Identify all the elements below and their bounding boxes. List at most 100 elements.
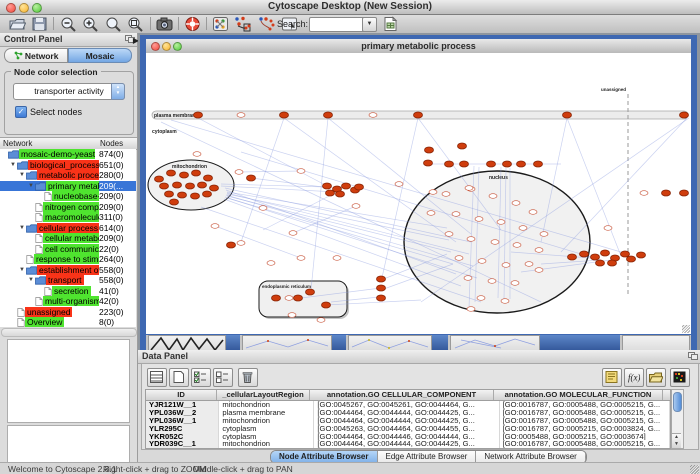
graph-node[interactable] [355, 184, 364, 190]
graph-node[interactable] [155, 176, 164, 182]
graph-node[interactable] [324, 112, 333, 118]
column-header[interactable]: _cellularLayoutRegion [217, 390, 310, 400]
graph-node[interactable] [424, 160, 433, 166]
disclosure-triangle-icon[interactable]: ▼ [9, 160, 17, 170]
graph-node[interactable] [475, 217, 483, 222]
graph-node[interactable] [285, 296, 293, 301]
graph-node[interactable] [333, 256, 341, 261]
search-dropdown-icon[interactable]: ▼ [362, 17, 377, 32]
tree-item-response-to-stimul[interactable]: response to stimul264(0) [0, 254, 136, 265]
graph-node[interactable] [519, 226, 527, 231]
graph-node[interactable] [540, 232, 548, 237]
graph-node[interactable] [445, 161, 454, 167]
graph-node[interactable] [525, 262, 533, 267]
background-windows-strip[interactable] [146, 335, 691, 350]
graph-node[interactable] [173, 182, 182, 188]
graph-node[interactable] [237, 241, 245, 246]
graph-node[interactable] [178, 192, 187, 198]
graph-node[interactable] [194, 112, 203, 118]
delete-attribute-icon[interactable] [238, 368, 258, 387]
graph-node[interactable] [191, 193, 200, 199]
graph-node[interactable] [442, 192, 450, 197]
table-row[interactable]: YPL036W__2plasma membrane[GO:0044464, GO… [146, 409, 670, 417]
notes-icon[interactable] [602, 368, 622, 387]
graph-node[interactable] [204, 175, 213, 181]
graph-node[interactable] [680, 112, 689, 118]
unselect-attributes-icon[interactable] [213, 368, 233, 387]
create-attribute-icon[interactable] [169, 368, 189, 387]
graph-node[interactable] [535, 268, 543, 273]
graph-node[interactable] [237, 113, 245, 118]
graph-node[interactable] [352, 204, 360, 209]
graph-node[interactable] [227, 242, 236, 248]
zoom-fit-icon[interactable] [127, 16, 144, 32]
graph-node[interactable] [326, 190, 335, 196]
graph-node[interactable] [272, 295, 281, 301]
graph-node[interactable] [429, 190, 437, 195]
graph-node[interactable] [487, 161, 496, 167]
graph-node[interactable] [529, 210, 537, 215]
graph-node[interactable] [280, 112, 289, 118]
graph-node[interactable] [395, 182, 403, 187]
graph-node[interactable] [165, 191, 174, 197]
disclosure-triangle-icon[interactable]: ▼ [27, 181, 35, 191]
graph-node[interactable] [580, 251, 589, 257]
scrollbar-arrows-icon[interactable]: ▲▼ [672, 433, 681, 448]
graph-node[interactable] [662, 190, 671, 196]
open-session-icon[interactable] [9, 16, 26, 32]
graph-node[interactable] [288, 313, 296, 318]
scrollbar-thumb[interactable] [673, 392, 682, 412]
graph-node[interactable] [235, 170, 243, 175]
graph-node[interactable] [198, 182, 207, 188]
tree-item-nitrogen-compo[interactable]: nitrogen compo209(0) [0, 202, 136, 213]
network-window-titlebar[interactable]: primary metabolic process [146, 39, 691, 54]
disclosure-triangle-icon[interactable]: ▼ [18, 265, 26, 275]
graph-node[interactable] [489, 194, 497, 199]
graph-node[interactable] [503, 161, 512, 167]
tree-item-metabolic-process[interactable]: ▼metabolic process280(0) [0, 170, 136, 181]
graph-node[interactable] [322, 302, 331, 308]
disclosure-triangle-icon[interactable]: ▼ [27, 275, 35, 285]
disclosure-triangle-icon[interactable]: ▼ [18, 223, 26, 233]
graph-node[interactable] [180, 172, 189, 178]
tree-item-overview[interactable]: Overview8(0) [0, 317, 136, 327]
select-attributes-icon[interactable] [191, 368, 211, 387]
graph-node[interactable] [512, 201, 520, 206]
graph-node[interactable] [297, 169, 305, 174]
table-row[interactable]: YJR121W__1mitochondrion[GO:0045267, GO:0… [146, 401, 670, 409]
column-network[interactable]: Network [3, 139, 32, 148]
attribute-table[interactable]: ID_cellularLayoutRegionannotation.GO CEL… [145, 389, 671, 449]
graph-node[interactable] [452, 212, 460, 217]
graph-node[interactable] [467, 237, 475, 242]
table-row[interactable]: YLR295Ccytoplasm[GO:0045263, GO:0044464,… [146, 425, 670, 433]
function-builder-icon[interactable]: f(x) [624, 368, 644, 387]
column-header[interactable]: annotation.GO CELLULAR_COMPONENT [310, 390, 494, 400]
zoom-in-icon[interactable] [82, 16, 99, 32]
help-icon[interactable] [184, 16, 201, 32]
zoom-out-icon[interactable] [60, 16, 77, 32]
tree-item-transport[interactable]: ▼transport558(0) [0, 275, 136, 286]
graph-node[interactable] [342, 183, 351, 189]
float-panel-icon[interactable] [688, 352, 697, 360]
select-nodes-checkbox[interactable]: ✓ [15, 106, 27, 118]
node-color-dropdown[interactable]: transporter activity ▲▼ [13, 83, 125, 100]
graph-node[interactable] [513, 243, 521, 248]
graph-node[interactable] [306, 289, 315, 295]
graph-node[interactable] [377, 276, 386, 282]
tree-horizontal-scrollbar[interactable] [1, 328, 137, 337]
graph-node[interactable] [455, 256, 463, 261]
graph-node[interactable] [491, 240, 499, 245]
tree-item-cellular-metabo[interactable]: cellular metabo209(0) [0, 233, 136, 244]
window-resize-grip[interactable] [690, 465, 699, 474]
tree-item-multi-organism-pro[interactable]: multi-organism pro42(0) [0, 296, 136, 307]
save-session-icon[interactable] [31, 16, 48, 32]
graph-node[interactable] [414, 112, 423, 118]
graph-node[interactable] [460, 161, 469, 167]
graph-node[interactable] [186, 183, 195, 189]
graph-node[interactable] [267, 261, 275, 266]
tree-item-secretion[interactable]: secretion41(0) [0, 286, 136, 297]
tree-item-cellular-process[interactable]: ▼cellular process614(0) [0, 223, 136, 234]
graph-node[interactable] [427, 211, 435, 216]
network-overview-icon[interactable] [212, 16, 229, 32]
import-table-icon[interactable] [382, 16, 399, 32]
